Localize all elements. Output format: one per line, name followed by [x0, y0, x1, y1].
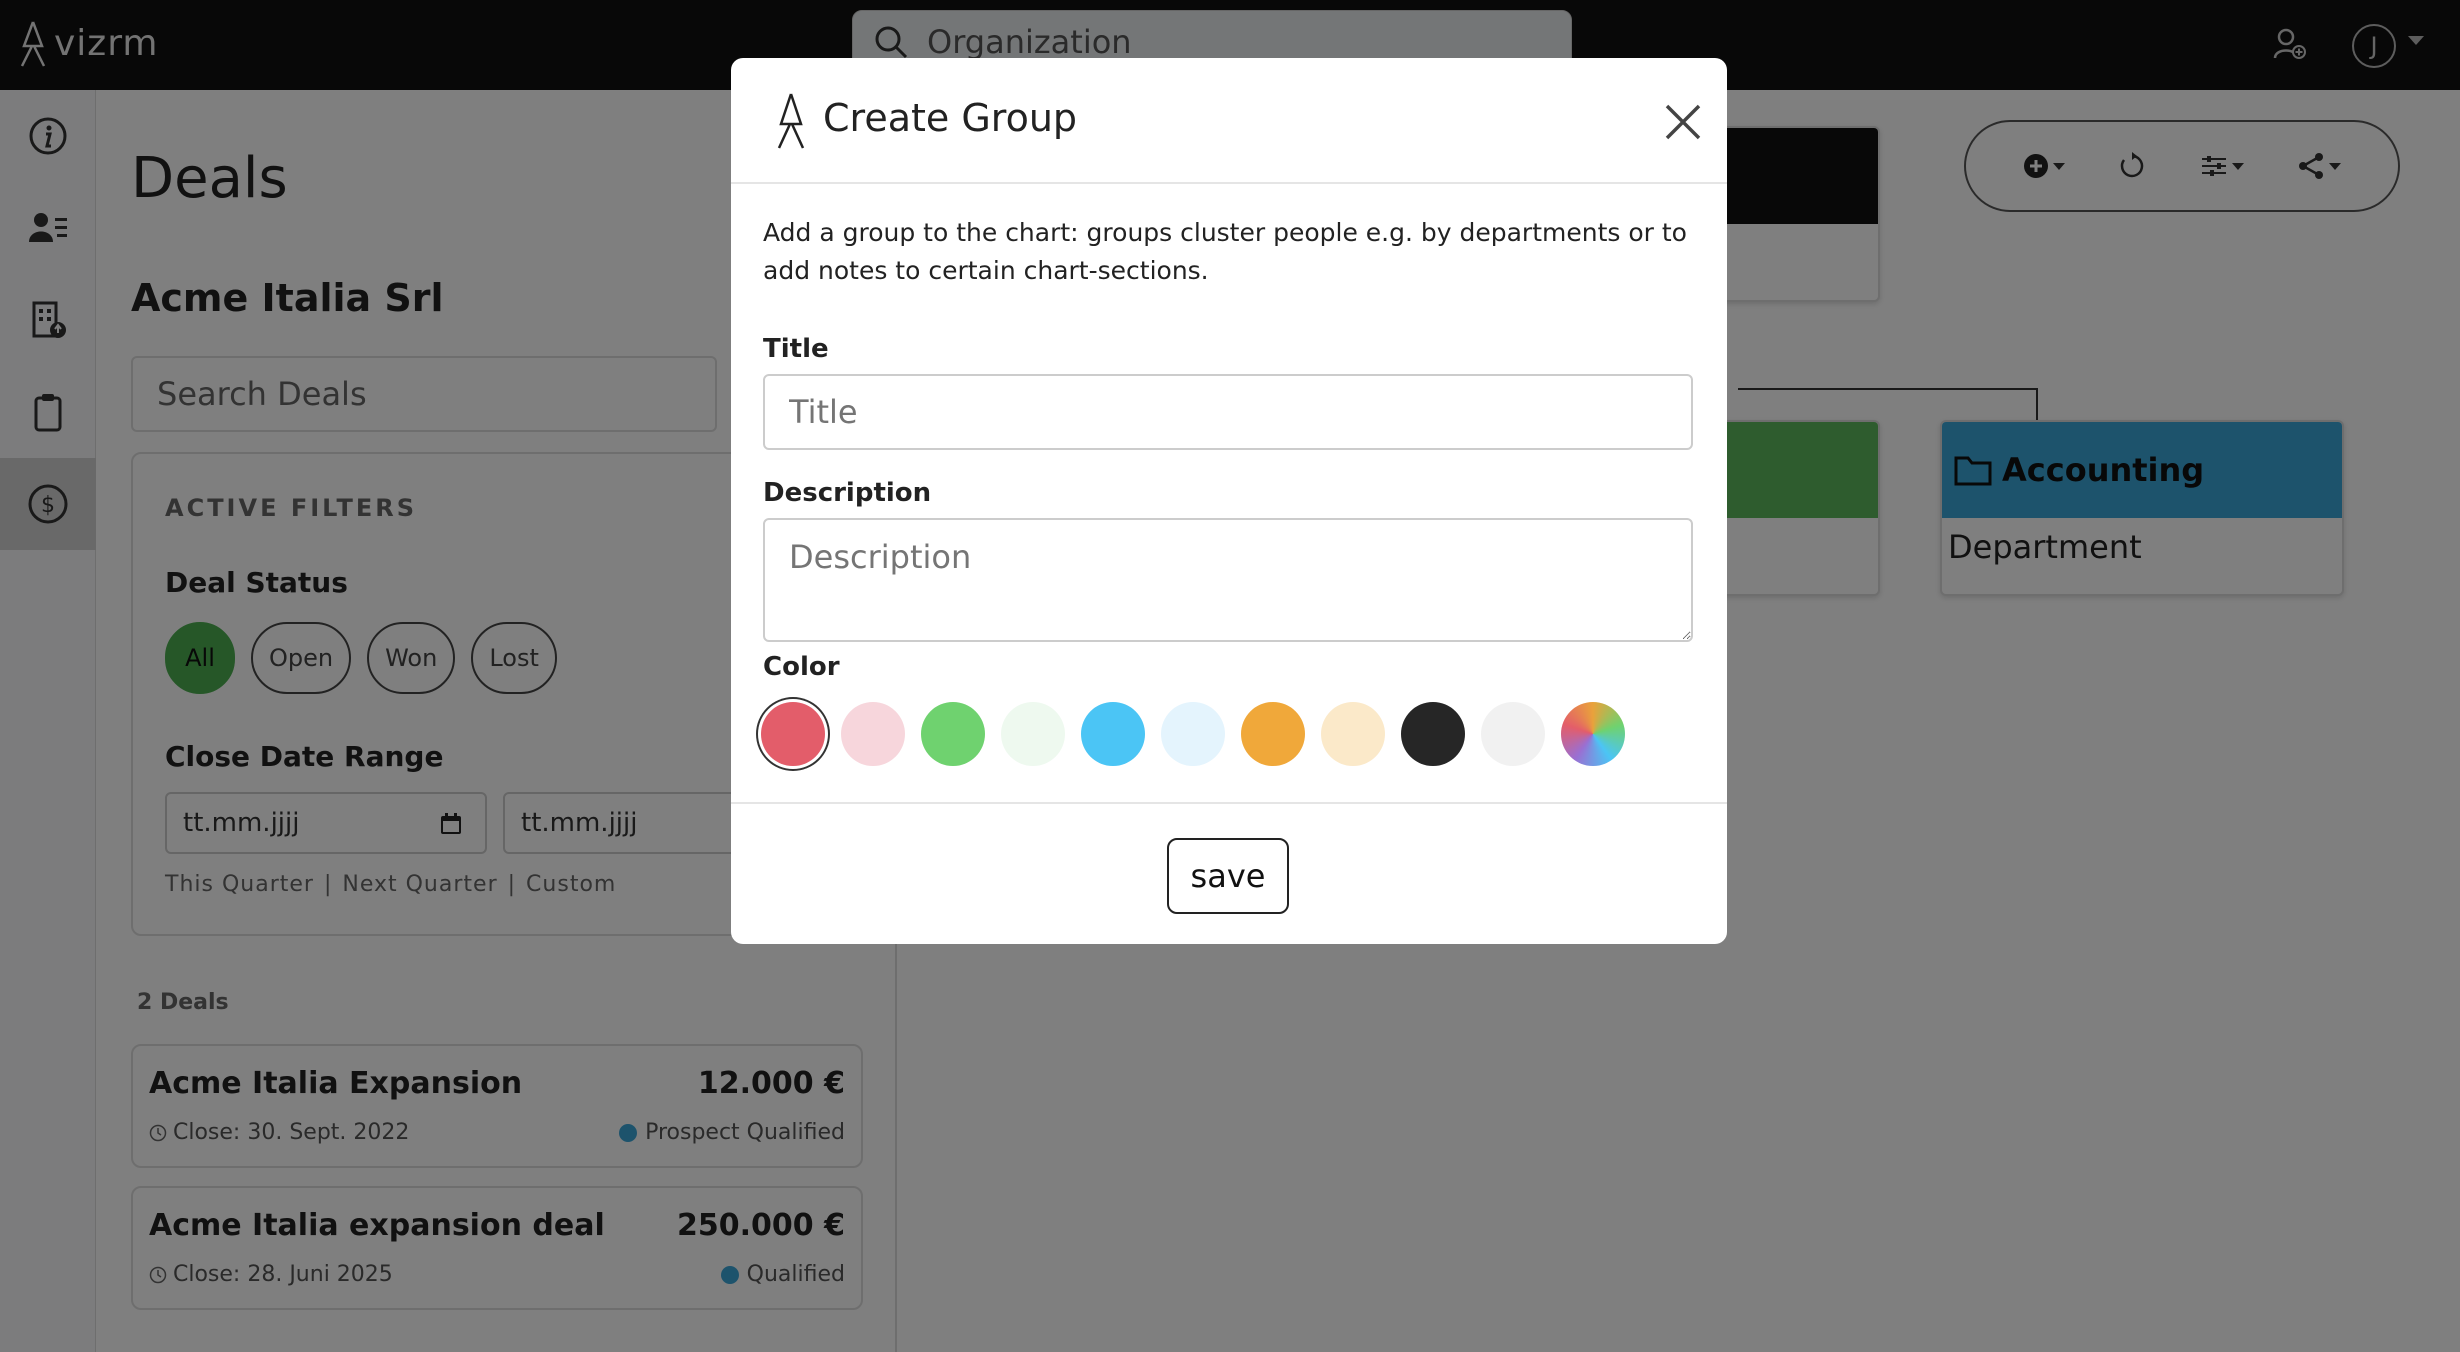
description-textarea[interactable]	[763, 518, 1693, 642]
color-picker	[761, 702, 1625, 766]
close-icon[interactable]	[1659, 98, 1707, 146]
color-field-label: Color	[763, 652, 840, 682]
color-swatch-black[interactable]	[1401, 702, 1465, 766]
description-field-label: Description	[763, 478, 932, 508]
color-swatch-light-green[interactable]	[1001, 702, 1065, 766]
color-swatch-light-pink[interactable]	[841, 702, 905, 766]
modal-header: Create Group	[731, 58, 1727, 184]
title-field-label: Title	[763, 334, 829, 364]
modal-title: Create Group	[823, 96, 1078, 140]
title-input[interactable]	[763, 374, 1693, 450]
color-swatch-green[interactable]	[921, 702, 985, 766]
modal-footer: save	[731, 802, 1727, 944]
modal-description: Add a group to the chart: groups cluster…	[763, 218, 1687, 285]
save-button[interactable]: save	[1167, 838, 1289, 914]
color-swatch-light-gray[interactable]	[1481, 702, 1545, 766]
create-group-modal: Create Group Add a group to the chart: g…	[731, 58, 1727, 944]
color-swatch-custom[interactable]	[1561, 702, 1625, 766]
vizrm-logo-icon	[777, 93, 805, 149]
color-swatch-orange[interactable]	[1241, 702, 1305, 766]
color-swatch-red[interactable]	[761, 702, 825, 766]
color-swatch-blue[interactable]	[1081, 702, 1145, 766]
color-swatch-light-orange[interactable]	[1321, 702, 1385, 766]
color-swatch-light-blue[interactable]	[1161, 702, 1225, 766]
